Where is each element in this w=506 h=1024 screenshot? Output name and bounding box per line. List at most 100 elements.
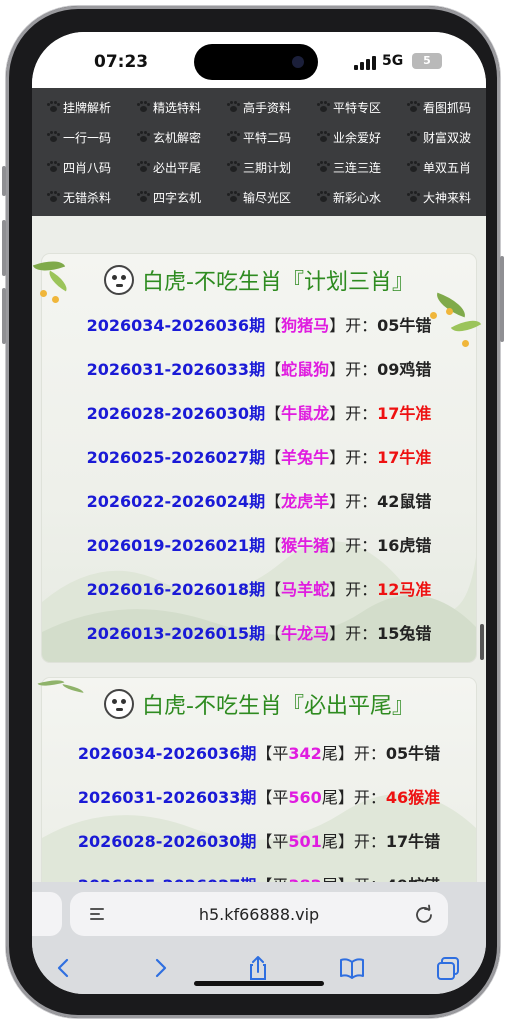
tail-numbers: 501	[288, 832, 322, 851]
nav-item[interactable]: 财富双波	[394, 122, 484, 152]
section-title-text: 白虎-不吃生肖『计划三肖』	[142, 270, 414, 295]
tail-row: 2026031-2026033期【平560尾】开：46猴准	[42, 784, 476, 808]
nav-item-label: 财富双波	[422, 130, 471, 145]
tail-numbers: 560	[288, 788, 322, 807]
paw-icon	[46, 101, 60, 113]
nav-item[interactable]: 四肖八码	[34, 152, 124, 182]
bracket-close: 】	[329, 624, 346, 643]
open-label: 开：	[345, 448, 378, 467]
nav-item-label: 看图抓码	[422, 100, 471, 115]
scrollbar[interactable]	[480, 624, 484, 660]
book-icon[interactable]	[338, 954, 366, 982]
plan-row: 2026028-2026030期【牛鼠龙】开：17牛准	[42, 400, 476, 424]
open-label: 开：	[345, 536, 378, 555]
volume-up-button	[2, 220, 6, 276]
nav-item[interactable]: 输尽光区	[214, 182, 304, 212]
paw-icon	[136, 101, 150, 113]
nav-item[interactable]: 无错杀料	[34, 182, 124, 212]
chevron-left-icon[interactable]	[50, 954, 78, 982]
status-bar: 07:23 5G 5	[32, 32, 486, 88]
url-text[interactable]: h5.kf66888.vip	[70, 905, 448, 924]
nav-item-label: 输尽光区	[242, 190, 291, 205]
dynamic-island	[194, 44, 318, 80]
nav-item[interactable]: 三连三连	[304, 152, 394, 182]
browser-toolbar	[32, 950, 486, 994]
result: 16虎错	[377, 536, 432, 555]
period-range: 2026022-2026024期	[86, 492, 266, 511]
open-label: 开：	[353, 788, 386, 807]
result: 42鼠错	[377, 492, 432, 511]
open-label: 开：	[345, 492, 378, 511]
open-label: 开：	[345, 580, 378, 599]
power-button	[500, 256, 504, 342]
tail-prefix: 【平	[256, 744, 289, 763]
period-range: 2026034-2026036期	[86, 316, 266, 335]
page-content[interactable]: 白虎-不吃生肖『计划三肖』 2026034-2026036期【狗猪马】开：05牛…	[32, 216, 486, 882]
paw-icon	[46, 191, 60, 203]
open-label: 开：	[353, 832, 386, 851]
result: 12马准	[377, 580, 432, 599]
nav-item-label: 必出平尾	[152, 160, 201, 175]
nav-item[interactable]: 大神来料	[394, 182, 484, 212]
nav-item-label: 平特二码	[242, 130, 291, 145]
nav-item[interactable]: 新彩心水	[304, 182, 394, 212]
period-range: 2026031-2026033期	[86, 360, 266, 379]
plan-row: 2026013-2026015期【牛龙马】开：15兔错	[42, 620, 476, 644]
plan-row: 2026025-2026027期【羊兔牛】开：17牛准	[42, 444, 476, 468]
open-label: 开：	[353, 744, 386, 763]
tail-prefix: 【平	[256, 832, 289, 851]
result: 05牛错	[377, 316, 432, 335]
share-icon[interactable]	[244, 954, 272, 982]
open-label: 开：	[345, 360, 378, 379]
nav-item[interactable]: 四字玄机	[124, 182, 214, 212]
nav-item[interactable]: 平特专区	[304, 92, 394, 122]
nav-item-label: 无错杀料	[62, 190, 111, 205]
nav-item[interactable]: 看图抓码	[394, 92, 484, 122]
nav-item[interactable]: 平特二码	[214, 122, 304, 152]
period-range: 2026019-2026021期	[86, 536, 266, 555]
nav-item[interactable]: 必出平尾	[124, 152, 214, 182]
paw-icon	[316, 131, 330, 143]
bracket-close: 】	[329, 448, 346, 467]
action-button	[2, 166, 6, 196]
nav-item[interactable]: 三期计划	[214, 152, 304, 182]
nav-item[interactable]: 一行一码	[34, 122, 124, 152]
bracket-open: 【	[265, 448, 282, 467]
nav-item-label: 大神来料	[422, 190, 471, 205]
period-range: 2026025-2026027期	[86, 448, 266, 467]
zodiac-picks: 牛龙马	[281, 624, 330, 643]
paw-icon	[136, 131, 150, 143]
paw-icon	[406, 101, 420, 113]
nav-item-label: 平特专区	[332, 100, 381, 115]
tail-row: 2026034-2026036期【平342尾】开：05牛错	[42, 740, 476, 764]
nav-item[interactable]: 业余爱好	[304, 122, 394, 152]
plan-row: 2026019-2026021期【猴牛猪】开：16虎错	[42, 532, 476, 556]
bracket-close: 】	[329, 404, 346, 423]
previous-tab[interactable]	[32, 892, 62, 936]
period-range: 2026028-2026030期	[77, 832, 257, 851]
nav-item[interactable]: 玄机解密	[124, 122, 214, 152]
paw-icon	[46, 161, 60, 173]
address-bar[interactable]: h5.kf66888.vip	[70, 892, 448, 936]
chevron-right-icon[interactable]	[146, 954, 174, 982]
plan-row: 2026022-2026024期【龙虎羊】开：42鼠错	[42, 488, 476, 512]
nav-item[interactable]: 高手资料	[214, 92, 304, 122]
tail-row: 2026025-2026027期【平382尾】开：49蛇错	[42, 872, 476, 882]
bracket-close: 】	[329, 536, 346, 555]
browser-chrome: h5.kf66888.vip	[32, 882, 486, 994]
zodiac-picks: 蛇鼠狗	[281, 360, 330, 379]
reload-icon[interactable]	[414, 904, 434, 924]
nav-item[interactable]: 精选特料	[124, 92, 214, 122]
period-range: 2026028-2026030期	[86, 404, 266, 423]
nav-item-label: 三连三连	[332, 160, 381, 175]
period-range: 2026034-2026036期	[77, 744, 257, 763]
open-label: 开：	[345, 624, 378, 643]
zodiac-picks: 马羊蛇	[281, 580, 330, 599]
bracket-open: 【	[265, 316, 282, 335]
plan-row: 2026016-2026018期【马羊蛇】开：12马准	[42, 576, 476, 600]
nav-item[interactable]: 单双五肖	[394, 152, 484, 182]
nav-item-label: 新彩心水	[332, 190, 381, 205]
nav-item[interactable]: 挂牌解析	[34, 92, 124, 122]
tabs-icon[interactable]	[434, 954, 462, 982]
zodiac-picks: 龙虎羊	[281, 492, 330, 511]
